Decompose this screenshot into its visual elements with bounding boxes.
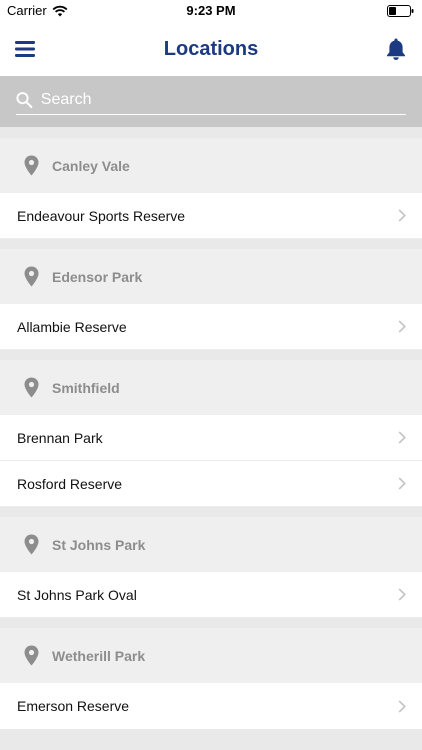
section-header-smithfield: Smithfield (0, 360, 422, 415)
venue-name: St Johns Park Oval (17, 586, 137, 603)
list-item[interactable]: Allambie Reserve (0, 304, 422, 350)
section-header-wetherill-park: Wetherill Park (0, 628, 422, 683)
venue-name: Rosford Reserve (17, 475, 123, 492)
section-label: Edensor Park (52, 268, 143, 285)
venue-name: Brennan Park (17, 429, 103, 446)
location-pin-icon (24, 266, 39, 287)
section-header-edensor-park: Edensor Park (0, 249, 422, 304)
list-item[interactable]: Endeavour Sports Reserve (0, 193, 422, 239)
chevron-right-icon (398, 699, 406, 713)
list-item[interactable]: Brennan Park (0, 415, 422, 461)
search-area (0, 76, 422, 127)
nav-bar: Locations (0, 22, 422, 76)
status-time: 9:23 PM (186, 3, 236, 18)
page-title: Locations (163, 38, 259, 60)
locations-list: Canley Vale Endeavour Sports Reserve Ede… (0, 138, 422, 729)
section-label: Smithfield (52, 379, 120, 396)
venue-name: Endeavour Sports Reserve (17, 207, 186, 224)
battery-icon (387, 5, 414, 17)
location-pin-icon (24, 155, 39, 176)
chevron-right-icon (398, 320, 406, 333)
chevron-right-icon (398, 477, 406, 490)
venue-name: Emerson Reserve (17, 698, 130, 714)
chevron-right-icon (398, 588, 406, 601)
section-label: Wetherill Park (52, 647, 146, 664)
search-field[interactable] (16, 86, 406, 115)
section-header-st-johns-park: St Johns Park (0, 517, 422, 572)
section-label: St Johns Park (52, 536, 146, 553)
location-pin-icon (24, 377, 39, 398)
chevron-right-icon (398, 209, 406, 222)
list-item[interactable]: St Johns Park Oval (0, 572, 422, 618)
location-pin-icon (24, 534, 39, 555)
section-header-canley-vale: Canley Vale (0, 138, 422, 193)
venue-name: Allambie Reserve (17, 318, 127, 335)
chevron-right-icon (398, 431, 406, 444)
search-icon (16, 92, 33, 109)
bell-icon[interactable] (385, 37, 407, 61)
search-input[interactable] (38, 90, 406, 110)
list-item[interactable]: Rosford Reserve (0, 461, 422, 507)
status-bar: Carrier 9:23 PM (0, 0, 422, 22)
location-pin-icon (24, 645, 39, 666)
section-label: Canley Vale (52, 157, 130, 174)
list-item[interactable]: Emerson Reserve (0, 683, 422, 729)
